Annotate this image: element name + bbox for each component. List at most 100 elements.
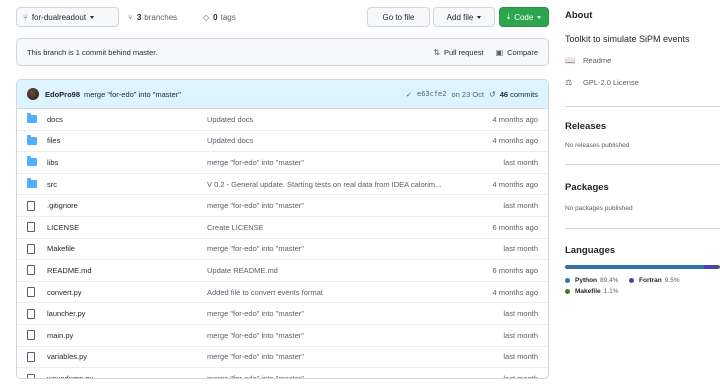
file-commit-message-link[interactable]: Create LICENSE [207,223,458,232]
file-row[interactable]: launcher.py merge "for-edo" into "master"… [17,303,548,325]
language-bar-segment [703,265,719,269]
file-row[interactable]: Makefile merge "for-edo" into "master" las… [17,239,548,261]
chevron-down-icon [537,15,542,19]
language-percent: 89.4% [600,277,619,284]
avatar[interactable] [27,88,39,100]
file-icon [27,222,35,233]
file-commit-message-link[interactable]: merge "for-edo" into "master" [207,352,458,361]
branches-link[interactable]: ⑂ 3 branches [128,7,177,27]
tag-icon: ◇ [203,12,210,22]
file-commit-message-link[interactable]: V 0.2 - General update. Starting tests o… [207,180,458,189]
file-name-link[interactable]: LICENSE [47,223,207,232]
language-percent: 1.1% [603,288,619,295]
releases-heading[interactable]: Releases [565,121,606,132]
commit-message[interactable]: merge "for-edo" into "master" [84,90,181,99]
file-icon [27,243,35,254]
code-button[interactable]: ⤓ Code [499,7,549,27]
add-file-label: Add file [446,12,474,22]
file-name-link[interactable]: variables.py [47,352,207,361]
file-name-link[interactable]: wavedump.py [47,374,207,378]
language-name: Python [575,277,598,284]
file-row[interactable]: wavedump.py merge "for-edo" into "master"… [17,368,548,378]
repo-toolbar: ⑂ for-dualreadout ⑂ 3 branches ◇ 0 tags … [16,7,549,27]
file-commit-date: last month [503,352,538,362]
compare-icon: ▣ [495,47,504,57]
commit-sha[interactable]: e63cfe2 [417,90,447,98]
file-browser: EdoPro98 merge "for-edo" into "master" ✓… [16,79,549,379]
file-commit-message-link[interactable]: merge "for-edo" into "master" [207,331,458,340]
tags-count: 0 [213,12,218,22]
git-branch-icon: ⑂ [128,12,133,22]
file-name-link[interactable]: launcher.py [47,309,207,318]
compare-label: Compare [507,47,538,57]
file-commit-message-link[interactable]: merge "for-edo" into "master" [207,309,458,318]
file-row[interactable]: .gitignore merge "for-edo" into "master" l… [17,195,548,217]
language-python[interactable]: Python 89.4% [565,277,618,284]
law-icon: ⚖ [565,78,573,87]
language-color-dot [565,278,570,283]
tags-link[interactable]: ◇ 0 tags [203,7,236,27]
tags-label: tags [220,12,236,22]
file-row[interactable]: LICENSE Create LICENSE 6 months ago [17,217,548,239]
file-commit-message-link[interactable]: Updated docs [207,136,458,145]
license-link[interactable]: ⚖ GPL-2.0 License [565,78,639,87]
language-percent: 9.5% [664,277,680,284]
file-row[interactable]: docs Updated docs 4 months ago [17,109,548,131]
file-commit-message-link[interactable]: Updated docs [207,115,458,124]
language-makefile[interactable]: Makefile 1.1% [565,288,618,295]
releases-empty-text: No releases published [565,142,630,149]
file-commit-message-link[interactable]: merge "for-edo" into "master" [207,374,458,378]
file-row[interactable]: convert.py Added file to convert events f… [17,282,548,304]
language-fortran[interactable]: Fortran 9.5% [629,277,680,284]
pull-request-icon: ⇅ [433,47,440,57]
packages-heading[interactable]: Packages [565,182,609,193]
download-icon: ⤓ [506,12,511,21]
file-commit-message-link[interactable]: merge "for-edo" into "master" [207,201,458,210]
go-to-file-button[interactable]: Go to file [367,7,430,27]
file-commit-message-link[interactable]: merge "for-edo" into "master" [207,244,458,253]
pull-request-label: Pull request [443,47,484,57]
file-name-link[interactable]: libs [47,158,207,167]
file-name-link[interactable]: main.py [47,331,207,340]
commit-author[interactable]: EdoPro98 [45,90,80,99]
add-file-button[interactable]: Add file [433,7,495,27]
commit-date: on 23 Oct [451,89,485,99]
file-row[interactable]: files Updated docs 4 months ago [17,131,548,153]
file-commit-message-link[interactable]: Update README.md [207,266,458,275]
language-color-dot [565,289,570,294]
folder-icon [27,178,37,189]
about-heading: About [565,10,593,21]
file-name-link[interactable]: convert.py [47,288,207,297]
file-icon [27,351,35,362]
folder-icon [27,134,37,145]
file-name-link[interactable]: .gitignore [47,201,207,210]
branch-status-text: This branch is 1 commit behind master. [27,47,158,57]
file-name-link[interactable]: files [47,136,207,145]
check-icon[interactable]: ✓ [406,90,412,99]
file-name-link[interactable]: docs [47,115,207,124]
branch-name: for-dualreadout [31,12,87,22]
compare-link[interactable]: ▣ Compare [496,48,538,57]
file-name-link[interactable]: README.md [47,266,207,275]
file-commit-message-link[interactable]: Added file to convert events format [207,288,458,297]
file-name-link[interactable]: src [47,180,207,189]
file-commit-date: last month [503,309,538,319]
pull-request-link[interactable]: ⇅ Pull request [433,48,483,57]
file-commit-message-link[interactable]: merge "for-edo" into "master" [207,158,458,167]
commits-count: 46 [499,89,509,99]
file-row[interactable]: variables.py merge "for-edo" into "master… [17,347,548,369]
file-commit-date: 4 months ago [492,114,538,124]
file-row[interactable]: README.md Update README.md 6 months ago [17,260,548,282]
commits-link[interactable]: ↺ 46 commits [489,90,538,99]
file-commit-date: last month [503,244,538,254]
file-row[interactable]: main.py merge "for-edo" into "master" last… [17,325,548,347]
file-list: docs Updated docs 4 months ago files Updated… [17,109,548,378]
file-row[interactable]: src V 0.2 - General update. Starting test… [17,174,548,196]
language-name: Fortran [639,277,662,284]
file-icon [27,287,35,298]
file-row[interactable]: libs merge "for-edo" into "master" last mo… [17,152,548,174]
file-name-link[interactable]: Makefile [47,244,207,253]
chevron-down-icon [477,15,482,19]
branch-select-button[interactable]: ⑂ for-dualreadout [16,7,119,27]
readme-link[interactable]: 📖 Readme [565,56,611,65]
